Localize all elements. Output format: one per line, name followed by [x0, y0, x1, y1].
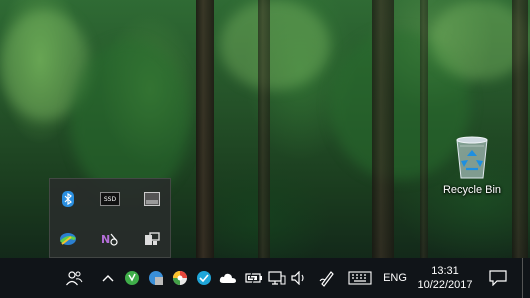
people-icon — [66, 271, 83, 286]
disk-icon[interactable] — [145, 258, 167, 298]
show-hidden-icons-button[interactable] — [98, 258, 118, 298]
volume-icon[interactable] — [289, 258, 311, 298]
chevron-up-icon — [102, 275, 114, 282]
recycle-bin-label: Recycle Bin — [442, 184, 502, 196]
tray-overflow-panel: SSD N — [49, 178, 171, 258]
ssd-icon[interactable]: SSD — [100, 189, 120, 209]
battery-icon[interactable] — [243, 258, 265, 298]
recycle-bin-icon — [456, 136, 488, 179]
wallpaper-foliage — [70, 40, 190, 200]
wallpaper-tree-trunk — [420, 0, 428, 258]
touch-keyboard-icon[interactable] — [346, 258, 374, 298]
window-icon[interactable] — [142, 189, 162, 209]
action-center-button[interactable] — [484, 258, 512, 298]
bluetooth-icon[interactable] — [58, 189, 78, 209]
clock-date: 10/22/2017 — [417, 279, 473, 291]
clock[interactable]: 13:31 10/22/2017 — [414, 258, 476, 298]
show-desktop-button[interactable] — [522, 258, 530, 298]
recycle-bin-shortcut[interactable]: Recycle Bin — [440, 134, 504, 204]
onedrive-icon[interactable] — [217, 258, 239, 298]
sync-icon[interactable] — [121, 258, 143, 298]
wallpaper-tree-trunk — [372, 0, 394, 258]
wallpaper-tree-trunk — [196, 0, 214, 258]
wallpaper-foliage — [220, 0, 330, 90]
onenote-clipper-icon[interactable]: N — [100, 229, 120, 249]
internet-download-manager-icon[interactable] — [58, 229, 78, 249]
wallpaper-tree-trunk — [258, 0, 270, 258]
devices-icon[interactable] — [142, 229, 162, 249]
chrome-ext-icon[interactable] — [169, 258, 191, 298]
check-cloud-icon[interactable] — [193, 258, 215, 298]
wallpaper-tree-trunk — [512, 0, 528, 258]
input-language-indicator[interactable]: ENG — [378, 258, 412, 298]
notification-icon — [489, 270, 507, 286]
people-button[interactable] — [62, 258, 86, 298]
ssd-label: SSD — [100, 192, 120, 206]
svg-text:N: N — [101, 233, 110, 246]
network-icon[interactable] — [266, 258, 288, 298]
clock-time: 13:31 — [431, 265, 459, 277]
pen-icon[interactable] — [316, 258, 338, 298]
taskbar: ENG 13:31 10/22/2017 — [0, 258, 530, 298]
